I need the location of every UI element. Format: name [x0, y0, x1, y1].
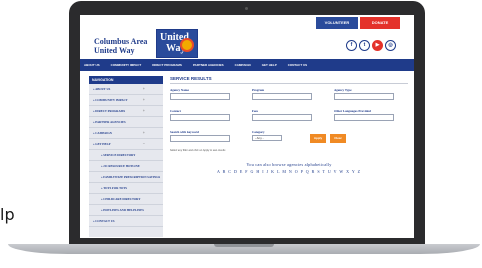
service-search: SERVICE RESULTS Agency Name Program Agen… [170, 76, 408, 236]
hint-text: Select any filter and click on Apply to … [170, 149, 226, 152]
sidebar-item-community-impact[interactable]: » COMMUNITY IMPACT + [89, 95, 163, 106]
alphabet-links[interactable]: A B C D E F G H I J K L M N O P Q R S T … [170, 169, 408, 174]
category-label: Category [252, 130, 265, 134]
sidebar-item-contact-us[interactable]: » CONTACT US [89, 216, 163, 227]
category-select[interactable]: - Any - [252, 135, 282, 141]
camera-icon [245, 7, 248, 10]
nav-about-us[interactable]: ABOUT US [84, 63, 100, 67]
facebook-icon[interactable]: f [346, 40, 357, 51]
nav-get-help[interactable]: GET HELP [262, 63, 277, 67]
keyword-label: Search with keyword [170, 130, 199, 134]
sidebar-title: NAVIGATION [89, 76, 163, 84]
page: lp Columbus Area United Way United Way V… [0, 0, 482, 268]
edge-text: lp [0, 205, 15, 224]
donate-button[interactable]: DONATE [360, 17, 400, 29]
youtube-icon[interactable]: ▶ [372, 40, 383, 51]
sidebar-item-partner-agencies[interactable]: » PARTNER AGENCIES [89, 117, 163, 128]
collapse-icon[interactable]: − [143, 142, 145, 146]
expand-icon[interactable]: + [143, 109, 145, 113]
sidebar-item-toys-for-tots[interactable]: » TOYS FOR TOTS [89, 183, 163, 194]
other-languages-input[interactable] [334, 114, 394, 121]
social-links: f t ▶ ◎ [346, 40, 396, 51]
instagram-icon[interactable]: ◎ [385, 40, 396, 51]
nav-direct-programs[interactable]: DIRECT PROGRAMS [152, 63, 182, 67]
page-title: SERVICE RESULTS [170, 76, 408, 84]
agency-name-input[interactable] [170, 93, 230, 100]
sidebar-item-campaign[interactable]: » CAMPAIGN + [89, 128, 163, 139]
agency-type-label: Agency Type [334, 88, 352, 92]
helping-hand-icon [180, 38, 194, 52]
sidebar-item-direct-programs[interactable]: » DIRECT PROGRAMS + [89, 106, 163, 117]
volunteer-button[interactable]: VOLUNTEER [316, 17, 358, 29]
brand-name[interactable]: Columbus Area United Way [94, 37, 147, 55]
twitter-icon[interactable]: t [359, 40, 370, 51]
expand-icon[interactable]: + [143, 98, 145, 102]
clear-button[interactable]: Clear [330, 134, 346, 143]
agency-type-input[interactable] [334, 93, 394, 100]
sidebar-item-get-help[interactable]: » GET HELP − [89, 139, 163, 150]
nav-partner-agencies[interactable]: PARTNER AGENCIES [193, 63, 224, 67]
main-nav: ABOUT US COMMUNITY IMPACT DIRECT PROGRAM… [80, 59, 414, 71]
browse-text: You can also browse agencies alphabetica… [246, 162, 332, 167]
sidebar-item-211-hotline[interactable]: » 211 RESOURCE HOTLINE [89, 161, 163, 172]
agency-name-label: Agency Name [170, 88, 189, 92]
contact-input[interactable] [170, 114, 230, 121]
sidebar-item-hotlines[interactable]: » HOTLINES AND HELPLINES [89, 205, 163, 216]
sidebar-item-familywize[interactable]: » FAMILYWIZE PRESCRIPTION SAVINGS [89, 172, 163, 183]
laptop-screen: Columbus Area United Way United Way VOLU… [80, 15, 414, 238]
sidebar-item-service-directory[interactable]: » SERVICE DIRECTORY [89, 150, 163, 161]
united-way-logo[interactable]: United Way [156, 29, 198, 58]
fees-label: Fees [252, 109, 259, 113]
apply-button[interactable]: Apply [310, 134, 326, 143]
sidebar-item-childcare-directory[interactable]: » CHILDCARE DIRECTORY [89, 194, 163, 205]
laptop-base [8, 244, 480, 254]
nav-campaign[interactable]: CAMPAIGN [235, 63, 251, 67]
sidebar: NAVIGATION » ABOUT US + » COMMUNITY IMPAC… [89, 76, 163, 237]
expand-icon[interactable]: + [143, 131, 145, 135]
nav-contact-us[interactable]: CONTACT US [288, 63, 307, 67]
program-label: Program [252, 88, 265, 92]
expand-icon[interactable]: + [143, 87, 145, 91]
other-languages-label: Other Languages Provided [334, 109, 371, 113]
contact-label: Contact [170, 109, 181, 113]
fees-input[interactable] [252, 114, 312, 121]
program-input[interactable] [252, 93, 312, 100]
keyword-input[interactable] [170, 135, 230, 142]
sidebar-item-about-us[interactable]: » ABOUT US + [89, 84, 163, 95]
laptop-notch [214, 244, 274, 247]
nav-community-impact[interactable]: COMMUNITY IMPACT [111, 63, 142, 67]
